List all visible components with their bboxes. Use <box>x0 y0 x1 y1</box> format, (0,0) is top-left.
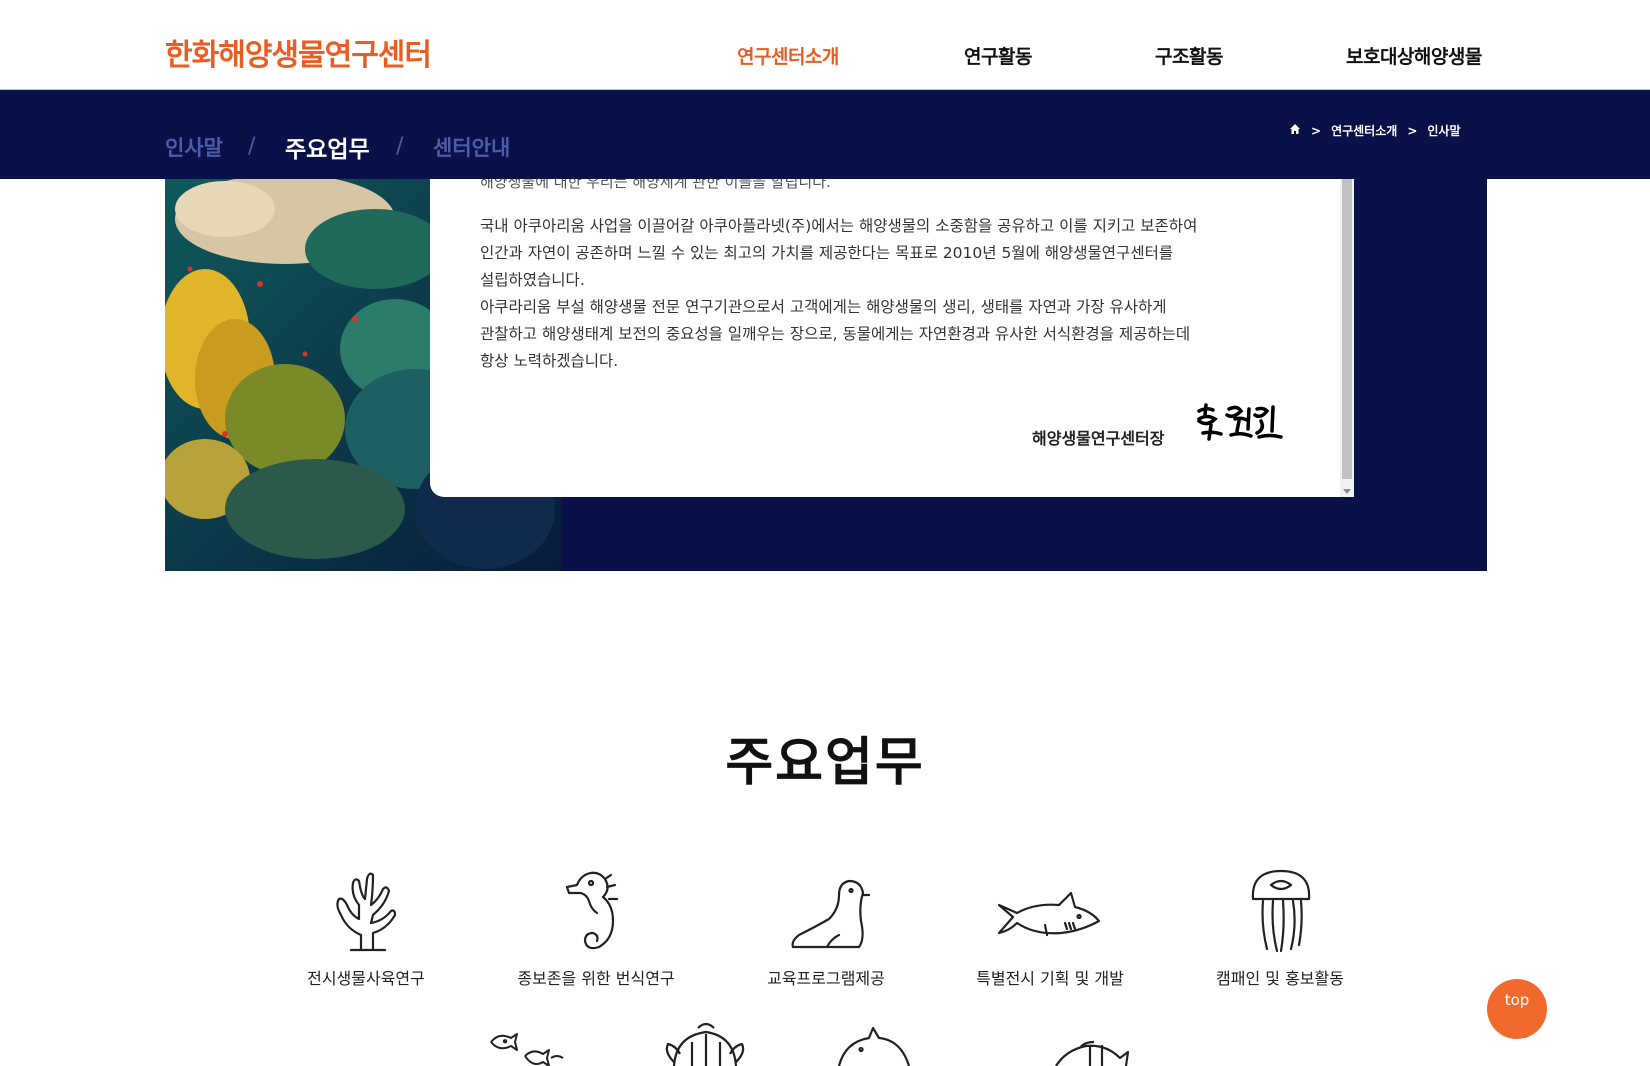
site-header: 한화해양생물연구센터 연구센터소개 연구활동 구조활동 보호대상해양생물 <box>0 0 1650 90</box>
seal-icon <box>791 879 871 949</box>
duty-label: 특별전시 기획 및 개발 <box>976 969 1124 988</box>
greeting-cut-line: 해양생물에 대한 우리는 해양세계 관한 이들을 알립니다. <box>480 179 831 191</box>
dolphin-icon <box>835 1026 915 1066</box>
nav-item-rescue[interactable]: 구조활동 <box>1155 42 1223 69</box>
site-logo[interactable]: 한화해양생물연구센터 <box>165 30 432 74</box>
tab-main-duties[interactable]: 주요업무 <box>285 130 370 164</box>
duty-item: 전시생물사육연구 <box>266 865 466 989</box>
shark-icon <box>997 891 1101 937</box>
director-signature <box>1193 401 1285 447</box>
turtle-icon <box>660 1022 750 1066</box>
tab-separator: / <box>248 134 256 159</box>
breadcrumb-item[interactable]: 연구센터소개 <box>1331 122 1397 139</box>
director-title: 해양생물연구센터장 <box>1032 429 1165 448</box>
duty-item: 특별전시 기획 및 개발 <box>950 865 1150 989</box>
greeting-message-box[interactable]: 해양생물에 대한 우리는 해양세계 관한 이들을 알립니다. 국내 아쿠아리움 … <box>430 179 1354 497</box>
sub-navigation-bar: 인사말 / 주요업무 / 센터안내 > 연구센터소개 > 인사말 <box>0 90 1650 179</box>
greeting-line: 인간과 자연이 공존하며 느낄 수 있는 최고의 가치를 제공한다는 목표로 2… <box>480 244 1174 262</box>
breadcrumb-item[interactable]: 인사말 <box>1427 122 1460 139</box>
greeting-line: 관찰하고 해양생태계 보전의 중요성을 일깨우는 장으로, 동물에게는 자연환경… <box>480 325 1191 343</box>
jellyfish-icon <box>1251 869 1311 953</box>
nav-item-center-intro[interactable]: 연구센터소개 <box>737 42 839 69</box>
duty-item: 교육프로그램제공 <box>726 865 926 989</box>
breadcrumb-separator: > <box>1311 123 1322 138</box>
greeting-section: 해양생물에 대한 우리는 해양세계 관한 이들을 알립니다. 국내 아쿠아리움 … <box>165 179 1487 571</box>
greeting-line: 국내 아쿠아리움 사업을 이끌어갈 아쿠아플라넷(주)에서는 해양생물의 소중함… <box>480 217 1198 235</box>
home-icon[interactable] <box>1289 123 1301 138</box>
greeting-scrollbar[interactable] <box>1340 179 1354 497</box>
nav-item-protected-species[interactable]: 보호대상해양생물 <box>1346 42 1482 69</box>
scroll-to-top-button[interactable]: top <box>1487 979 1547 1039</box>
top-button-label: top <box>1504 991 1530 1009</box>
nav-item-research[interactable]: 연구활동 <box>964 42 1032 69</box>
breadcrumb-separator: > <box>1407 123 1418 138</box>
section-title-main-duties: 주요업무 <box>725 733 925 793</box>
duty-label: 교육프로그램제공 <box>767 969 885 988</box>
scrollbar-thumb[interactable] <box>1342 179 1352 479</box>
breadcrumb: > 연구센터소개 > 인사말 <box>1289 122 1471 139</box>
coral-icon <box>336 872 397 952</box>
tab-center-info[interactable]: 센터안내 <box>433 132 510 162</box>
clownfish-icon <box>1050 1040 1130 1066</box>
fish-school-icon <box>485 1028 565 1066</box>
seahorse-icon <box>565 871 619 950</box>
duty-item: 캠패인 및 홍보활동 <box>1180 865 1380 989</box>
page: 한화해양생물연구센터 연구센터소개 연구활동 구조활동 보호대상해양생물 인사말… <box>0 0 1650 1066</box>
greeting-line: 아쿠라리움 부설 해양생물 전문 연구기관으로서 고객에게는 해양생물의 생리,… <box>480 298 1167 316</box>
greeting-line: 항상 노력하겠습니다. <box>480 352 619 370</box>
tab-separator: / <box>396 134 404 159</box>
greeting-text: 국내 아쿠아리움 사업을 이끌어갈 아쿠아플라넷(주)에서는 해양생물의 소중함… <box>480 213 1300 375</box>
greeting-line: 설립하였습니다. <box>480 271 585 289</box>
duty-label: 캠패인 및 홍보활동 <box>1216 969 1344 988</box>
duty-label: 전시생물사육연구 <box>307 969 425 988</box>
duty-item: 종보존을 위한 번식연구 <box>496 865 696 989</box>
duty-label: 종보존을 위한 번식연구 <box>517 969 675 988</box>
scroll-down-icon[interactable] <box>1343 489 1351 494</box>
tab-greeting[interactable]: 인사말 <box>165 132 223 162</box>
